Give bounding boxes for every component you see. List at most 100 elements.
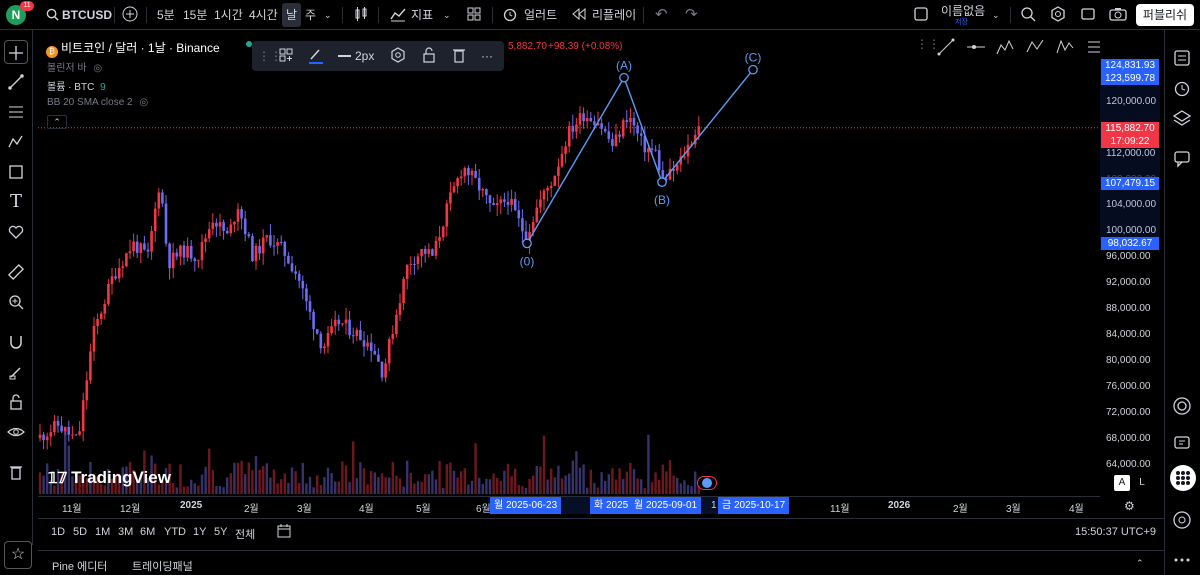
- chevron-down-icon[interactable]: ⌄: [324, 0, 332, 30]
- fullscreen-icon[interactable]: [1080, 0, 1096, 30]
- template-icon[interactable]: [278, 47, 294, 65]
- range-5y[interactable]: 5Y: [214, 526, 227, 538]
- tab-trading-panel[interactable]: 트레이딩패널: [132, 558, 193, 574]
- trend-line-icon[interactable]: [936, 37, 956, 57]
- line-width-button[interactable]: 2px: [338, 47, 374, 65]
- settings-gear-icon[interactable]: ⚙: [1124, 499, 1135, 513]
- zoom-in-icon[interactable]: [4, 290, 28, 314]
- layout-grid-icon[interactable]: [466, 0, 482, 30]
- alert-button[interactable]: 얼러트: [524, 0, 557, 30]
- candle-body: [207, 229, 211, 239]
- interval-5m[interactable]: 5분: [157, 0, 175, 30]
- range-ytd[interactable]: YTD: [164, 526, 186, 538]
- price-chart[interactable]: (0) (A) (B) (C): [38, 36, 1100, 496]
- collapse-legend-button[interactable]: ⌃: [47, 115, 67, 129]
- bollinger-legend[interactable]: 볼린저 바 ◎: [47, 59, 102, 74]
- eye-off-icon[interactable]: ◎: [139, 97, 148, 108]
- pattern-icon[interactable]: [4, 130, 28, 154]
- symbol-legend[interactable]: ₿ 비트코인 / 달러 · 1날 · Binance: [46, 39, 220, 58]
- help-icon[interactable]: [1172, 510, 1194, 532]
- volume-bar: [481, 483, 484, 494]
- volume-legend[interactable]: 볼륨 · BTC 9: [47, 78, 106, 93]
- speech-bubble-icon[interactable]: [1172, 434, 1194, 456]
- undo-icon[interactable]: ↶: [655, 0, 668, 30]
- range-1d[interactable]: 1D: [51, 526, 65, 538]
- ruler-icon[interactable]: [4, 260, 28, 284]
- interval-1d[interactable]: 날: [282, 3, 302, 27]
- events-flag-icon[interactable]: [697, 476, 717, 490]
- range-1y[interactable]: 1Y: [193, 526, 206, 538]
- tab-pine-editor[interactable]: Pine 에디터: [52, 558, 107, 574]
- more-options-icon[interactable]: ···: [481, 47, 493, 65]
- fib-retracement-icon[interactable]: [4, 100, 28, 124]
- layout-checkbox-icon[interactable]: [913, 0, 929, 30]
- chevron-down-icon[interactable]: ⌄: [992, 0, 1000, 30]
- eye-off-icon[interactable]: ◎: [93, 63, 102, 74]
- bb-legend[interactable]: BB 20 SMA close 2 ◎: [47, 97, 148, 108]
- settings-gear-icon[interactable]: [390, 47, 406, 65]
- candle-body: [171, 252, 175, 269]
- crosshair-icon[interactable]: [4, 40, 28, 64]
- lock-icon[interactable]: [421, 47, 437, 65]
- symbol-search-button[interactable]: BTCUSD: [62, 0, 112, 30]
- interval-4h[interactable]: 4시간: [249, 0, 278, 30]
- replay-icon[interactable]: [571, 0, 587, 30]
- drag-handle-icon[interactable]: ⋮⋮: [916, 37, 940, 57]
- chevron-up-icon[interactable]: ⌃: [1136, 558, 1144, 569]
- elliott-triangle-icon[interactable]: [1056, 37, 1076, 57]
- trend-line-icon[interactable]: [4, 70, 28, 94]
- rectangle-icon[interactable]: [4, 160, 28, 184]
- clock-display[interactable]: 15:50:37 UTC+9: [1075, 526, 1156, 538]
- apps-grid-icon[interactable]: [1170, 465, 1196, 491]
- interval-15m[interactable]: 15분: [183, 0, 207, 30]
- eye-icon[interactable]: [4, 420, 28, 444]
- favorites-star-icon[interactable]: ☆: [4, 541, 32, 569]
- candle-type-icon[interactable]: [353, 0, 369, 30]
- redo-icon[interactable]: ↷: [685, 0, 698, 30]
- volume-bar: [640, 479, 643, 494]
- line-color-pencil-icon[interactable]: [307, 47, 325, 65]
- elliott-wave-label: (C): [745, 51, 762, 65]
- compare-plus-icon[interactable]: [122, 0, 138, 30]
- range-5d[interactable]: 5D: [73, 526, 87, 538]
- range-all[interactable]: 전체: [235, 526, 255, 542]
- range-6m[interactable]: 6M: [140, 526, 155, 538]
- indicators-icon[interactable]: [390, 0, 406, 30]
- stay-drawing-icon[interactable]: [4, 360, 28, 384]
- replay-button[interactable]: 리플레이: [592, 0, 636, 30]
- indicators-button[interactable]: 지표: [411, 0, 433, 30]
- camera-icon[interactable]: [1109, 0, 1127, 30]
- search-icon[interactable]: [46, 0, 59, 30]
- target-icon[interactable]: [1172, 396, 1194, 418]
- quick-search-icon[interactable]: [1020, 0, 1036, 30]
- volume-bar: [647, 434, 650, 494]
- publish-button[interactable]: 퍼블리쉬: [1136, 4, 1194, 26]
- log-scale-button[interactable]: L: [1134, 475, 1150, 491]
- candle-body: [650, 148, 654, 150]
- alarm-clock-icon[interactable]: [1172, 78, 1194, 100]
- watchlist-icon[interactable]: [1172, 48, 1194, 70]
- interval-1w[interactable]: 주: [305, 0, 316, 30]
- more-options-icon[interactable]: [1172, 550, 1194, 572]
- trash-icon[interactable]: [451, 47, 467, 65]
- layers-icon[interactable]: [1172, 108, 1194, 130]
- horizontal-ray-icon[interactable]: [966, 37, 986, 57]
- elliott-impulse-icon[interactable]: [996, 37, 1016, 57]
- calendar-icon[interactable]: [276, 523, 292, 542]
- auto-scale-button[interactable]: A: [1114, 475, 1130, 491]
- chat-icon[interactable]: [1172, 148, 1194, 170]
- elliott-correction-icon[interactable]: [1026, 37, 1046, 57]
- range-1m[interactable]: 1M: [95, 526, 110, 538]
- trash-icon[interactable]: [4, 460, 28, 484]
- interval-1h[interactable]: 1시간: [214, 0, 243, 30]
- heart-icon[interactable]: [4, 220, 28, 244]
- candle-body: [103, 303, 107, 314]
- alarm-clock-icon[interactable]: [502, 0, 518, 30]
- range-3m[interactable]: 3M: [118, 526, 133, 538]
- settings-gear-icon[interactable]: [1050, 0, 1066, 30]
- magnet-icon[interactable]: [4, 330, 28, 354]
- time-axis[interactable]: 11월 12월 2025 2월 3월 4월 5월 6월 월 2025-06-23…: [38, 496, 1100, 515]
- chevron-down-icon[interactable]: ⌄: [443, 0, 451, 30]
- lock-icon[interactable]: [4, 390, 28, 414]
- text-tool-icon[interactable]: T: [4, 190, 28, 214]
